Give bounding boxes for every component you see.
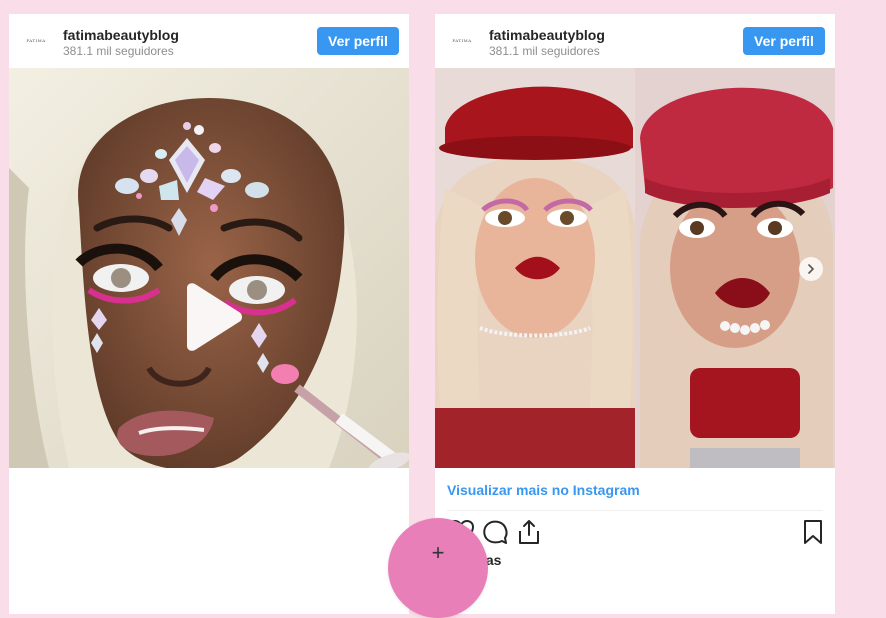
share-icon (519, 520, 539, 544)
post-card-video: fatima fatimabeautyblog 381.1 mil seguid… (9, 14, 409, 614)
account-name[interactable]: fatimabeautyblog (63, 27, 179, 43)
post-header: fatima fatimabeautyblog 381.1 mil seguid… (435, 14, 835, 68)
comment-icon (483, 520, 508, 544)
post-video[interactable] (9, 68, 409, 468)
view-profile-button[interactable]: Ver perfil (743, 27, 825, 55)
add-button[interactable]: + (388, 518, 488, 618)
follower-count: 381.1 mil seguidores (63, 44, 174, 58)
video-thumbnail (9, 68, 409, 468)
carousel-next-button[interactable] (799, 257, 823, 281)
bookmark-icon (804, 520, 822, 544)
follower-count: 381.1 mil seguidores (489, 44, 600, 58)
post-actions (435, 518, 835, 548)
post-header: fatima fatimabeautyblog 381.1 mil seguid… (9, 14, 409, 68)
comment-button[interactable] (481, 518, 509, 546)
chevron-right-icon (808, 264, 815, 274)
divider (447, 510, 823, 511)
view-more-instagram-link[interactable]: Visualizar mais no Instagram (447, 482, 640, 498)
post-carousel-image[interactable] (435, 68, 835, 468)
avatar[interactable]: fatima (21, 31, 51, 49)
play-button[interactable] (177, 282, 247, 352)
save-button[interactable] (799, 518, 827, 546)
avatar[interactable]: fatima (447, 31, 477, 49)
play-icon (187, 283, 242, 351)
share-button[interactable] (515, 518, 543, 546)
account-name[interactable]: fatimabeautyblog (489, 27, 605, 43)
carousel-image (435, 68, 835, 468)
post-card-carousel: fatima fatimabeautyblog 381.1 mil seguid… (435, 14, 835, 614)
view-profile-button[interactable]: Ver perfil (317, 27, 399, 55)
